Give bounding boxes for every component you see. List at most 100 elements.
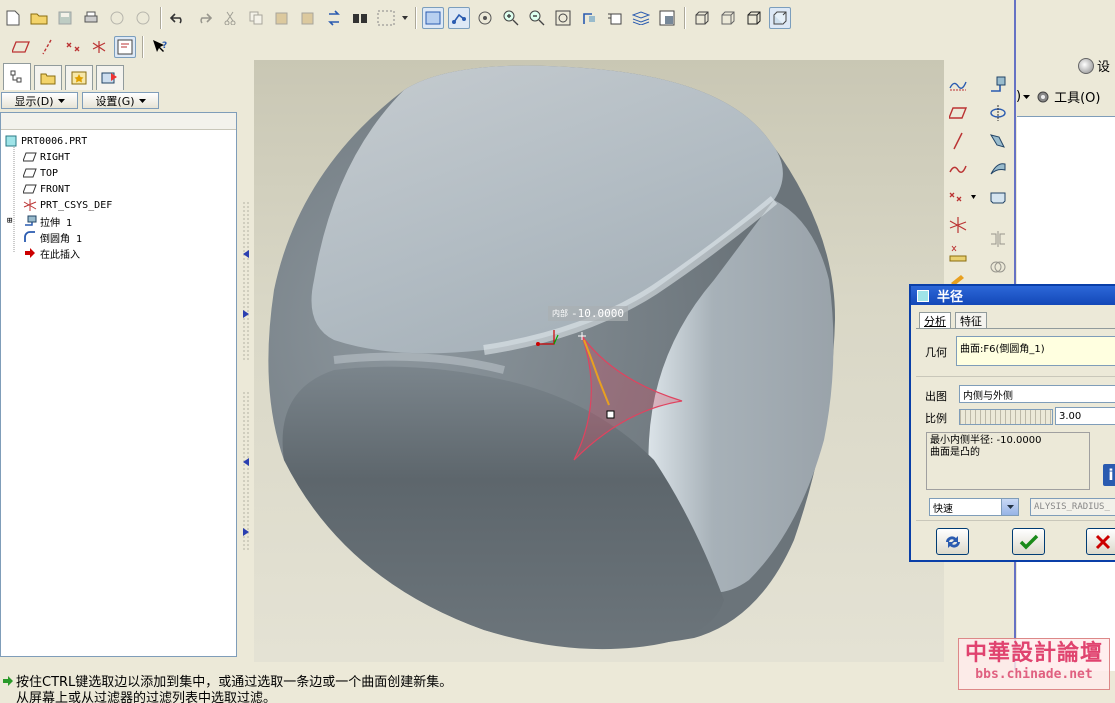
close-icon <box>1095 534 1110 549</box>
open-icon[interactable] <box>28 7 50 29</box>
cancel-button[interactable] <box>1086 528 1115 555</box>
blend-icon[interactable] <box>986 158 1010 180</box>
mirror-icon[interactable] <box>986 228 1010 250</box>
sweep-icon[interactable] <box>986 130 1010 152</box>
collapse-left-icon[interactable] <box>243 250 249 258</box>
tab-folder-browser[interactable] <box>34 65 62 90</box>
find-icon[interactable] <box>349 7 371 29</box>
tree-item-right[interactable]: RIGHT <box>23 149 70 165</box>
tree-item-top[interactable]: TOP <box>23 165 58 181</box>
expand-right-icon[interactable] <box>243 528 249 536</box>
shell-icon[interactable] <box>986 186 1010 208</box>
refit-icon[interactable] <box>552 7 574 29</box>
datum-csys-icon[interactable] <box>946 214 970 236</box>
collapse-left-icon[interactable] <box>243 458 249 466</box>
navigator-tabs <box>0 62 240 90</box>
zoom-in-icon[interactable] <box>500 7 522 29</box>
tools-menu[interactable]: ) 工具(O) <box>1016 87 1100 106</box>
no-hidden-icon[interactable] <box>743 7 765 29</box>
mail-attach-icon[interactable] <box>132 7 154 29</box>
revolve-icon[interactable] <box>986 102 1010 124</box>
paste-icon[interactable] <box>271 7 293 29</box>
saved-views-icon[interactable] <box>604 7 626 29</box>
model-3d-view[interactable] <box>254 60 944 662</box>
settings-button[interactable]: 设 <box>1078 56 1110 75</box>
datum-axis-icon[interactable] <box>946 130 970 152</box>
undo-icon[interactable] <box>167 7 189 29</box>
radius-dimension-tag[interactable]: 内部 -10.0000 <box>548 306 628 321</box>
tools-label: 工具(O) <box>1054 91 1101 106</box>
settings-dropdown[interactable]: 设置(G) <box>82 92 159 109</box>
view-manager-icon[interactable] <box>656 7 678 29</box>
datum-point-icon[interactable] <box>946 186 970 208</box>
regenerate-icon[interactable] <box>323 7 345 29</box>
datum-point-icon[interactable] <box>62 36 84 58</box>
chevron-down-icon[interactable] <box>401 7 409 29</box>
scale-label: 比例 <box>925 412 947 425</box>
repeat-button[interactable] <box>936 528 969 555</box>
sketch-curve-icon[interactable] <box>946 74 970 96</box>
graphics-viewport[interactable]: 内部 -10.0000 <box>254 60 944 662</box>
expand-icon[interactable]: ⊞ <box>7 216 17 226</box>
datum-curve-icon[interactable] <box>946 158 970 180</box>
spin-center-icon[interactable] <box>448 7 470 29</box>
print-icon[interactable] <box>80 7 102 29</box>
tree-header <box>1 113 236 130</box>
chevron-down-icon[interactable] <box>1001 499 1018 515</box>
datum-annotation-icon[interactable] <box>114 36 136 58</box>
show-dropdown[interactable]: 显示(D) <box>1 92 78 109</box>
tree-item-insert-here[interactable]: 在此插入 <box>23 245 80 261</box>
hidden-line-icon[interactable] <box>717 7 739 29</box>
tree-item-extrude[interactable]: ⊞ 拉伸 1 <box>7 213 72 229</box>
save-icon[interactable] <box>54 7 76 29</box>
tab-favorites[interactable] <box>65 65 93 90</box>
cut-icon[interactable] <box>219 7 241 29</box>
extrude-icon[interactable] <box>986 74 1010 96</box>
copy-icon[interactable] <box>245 7 267 29</box>
analysis-feature-icon[interactable] <box>946 242 970 264</box>
tree-item-root[interactable]: PRT0006.PRT <box>4 133 87 149</box>
sash-grip[interactable] <box>242 202 250 362</box>
info-icon[interactable]: i <box>1103 464 1115 486</box>
select-box-icon[interactable] <box>375 7 397 29</box>
datum-plane-icon[interactable] <box>10 36 32 58</box>
drag-handle[interactable] <box>606 410 615 419</box>
tab-feature[interactable]: 特征 <box>955 312 987 329</box>
scale-input[interactable]: 3.00 <box>1055 407 1115 425</box>
send-mail-icon[interactable] <box>106 7 128 29</box>
scale-slider[interactable] <box>959 409 1053 425</box>
display-label: 出图 <box>925 390 947 403</box>
expand-right-icon[interactable] <box>243 310 249 318</box>
tab-analysis[interactable]: 分析 <box>919 312 951 329</box>
new-icon[interactable] <box>2 7 24 29</box>
layers-icon[interactable] <box>630 7 652 29</box>
context-help-icon[interactable]: ? <box>149 36 171 58</box>
orient-mode-icon[interactable] <box>474 7 496 29</box>
ok-button[interactable] <box>1012 528 1045 555</box>
wireframe-icon[interactable] <box>691 7 713 29</box>
datum-axis-icon[interactable] <box>36 36 58 58</box>
repaint-icon[interactable] <box>422 7 444 29</box>
tab-connections[interactable] <box>96 65 124 90</box>
datum-plane-icon[interactable] <box>946 102 970 124</box>
zoom-out-icon[interactable] <box>526 7 548 29</box>
reorient-icon[interactable] <box>578 7 600 29</box>
part-icon <box>4 134 18 148</box>
tree-item-csys[interactable]: PRT_CSYS_DEF <box>23 197 112 213</box>
display-select[interactable]: 内侧与外侧 <box>959 385 1115 403</box>
tree-item-front[interactable]: FRONT <box>23 181 70 197</box>
chevron-right-icon[interactable] <box>968 186 978 208</box>
datum-csys-icon[interactable] <box>88 36 110 58</box>
paste-special-icon[interactable] <box>297 7 319 29</box>
analysis-name-field[interactable]: ALYSIS_RADIUS_ <box>1030 498 1115 516</box>
shading-icon[interactable] <box>769 7 791 29</box>
message-text: 按住CTRL键选取边以添加到集中，或通过选取一条边或一个曲面创建新集。 <box>16 675 453 690</box>
tab-model-tree[interactable] <box>3 63 31 90</box>
tree-item-round[interactable]: 倒圆角 1 <box>23 229 82 245</box>
redo-icon[interactable] <box>193 7 215 29</box>
geometry-collector[interactable]: 曲面:F6(倒圆角_1) <box>956 336 1115 366</box>
navigator-toolbar: 显示(D) 设置(G) <box>0 90 240 112</box>
dialog-titlebar[interactable]: 半径 <box>911 286 1115 305</box>
merge-icon[interactable] <box>986 256 1010 278</box>
panel-splitter[interactable] <box>238 62 254 662</box>
